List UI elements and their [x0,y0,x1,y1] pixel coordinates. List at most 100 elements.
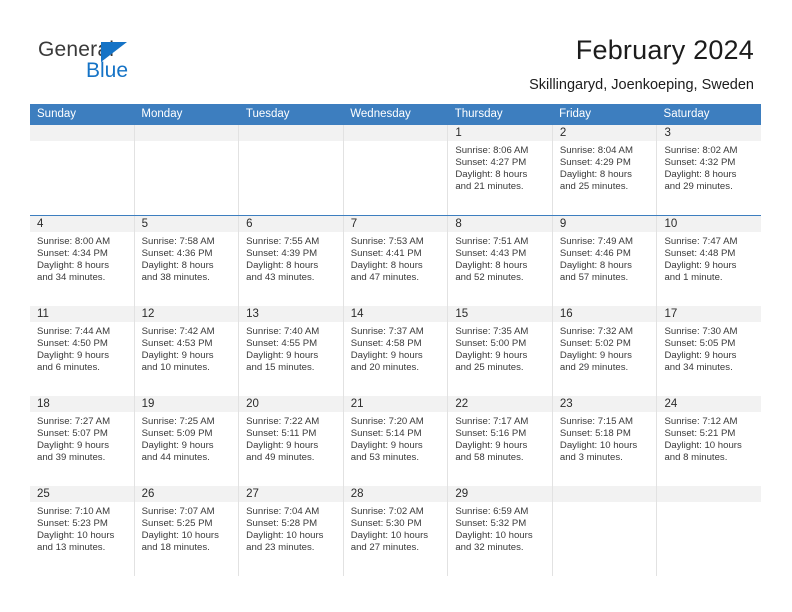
calendar-day-cell[interactable]: 13 Sunrise: 7:40 AM Sunset: 4:55 PM Dayligh… [238,306,343,396]
daylight-text-line1: Daylight: 9 hours [455,440,528,452]
sunset-text: Sunset: 4:29 PM [559,157,631,169]
calendar-day-cell[interactable]: 27 Sunrise: 7:04 AM Sunset: 5:28 PM Dayligh… [238,486,343,576]
calendar-day-cell[interactable]: 10 Sunrise: 7:47 AM Sunset: 4:48 PM Dayligh… [656,216,762,306]
calendar-day-cell[interactable]: 16 Sunrise: 7:32 AM Sunset: 5:02 PM Dayligh… [551,306,657,396]
sunset-text: Sunset: 5:16 PM [455,428,527,440]
page-subtitle: Skillingaryd, Joenkoeping, Sweden [529,77,754,93]
day-number: 16 [552,306,657,322]
day-number: 19 [134,396,239,412]
calendar-day-cell-empty [30,125,134,215]
day-number: 1 [448,125,552,141]
sunrise-text: Sunrise: 7:25 AM [141,416,215,427]
calendar-day-cell[interactable]: 24 Sunrise: 7:12 AM Sunset: 5:21 PM Dayligh… [656,396,762,486]
sunrise-text: Sunrise: 7:40 AM [246,326,320,337]
sunrise-text: Sunrise: 7:17 AM [455,416,529,427]
calendar-day-cell[interactable]: 18 Sunrise: 7:27 AM Sunset: 5:07 PM Dayligh… [30,396,134,486]
sunset-text: Sunset: 4:39 PM [246,248,318,260]
sunrise-text: Sunrise: 8:00 AM [37,236,111,247]
calendar-day-cell[interactable]: 28 Sunrise: 7:02 AM Sunset: 5:30 PM Dayligh… [342,486,448,576]
calendar-day-cell-empty [656,486,762,576]
sunset-text: Sunset: 5:02 PM [559,338,631,350]
calendar-day-cell[interactable]: 8 Sunrise: 7:51 AM Sunset: 4:43 PM Daylight… [447,216,552,306]
daylight-text-line2: and 18 minutes. [141,542,210,554]
daylight-text-line1: Daylight: 8 hours [559,260,632,272]
daylight-text-line1: Daylight: 10 hours [350,530,429,542]
day-number: 13 [239,306,343,322]
calendar-day-cell[interactable]: 12 Sunrise: 7:42 AM Sunset: 4:53 PM Dayligh… [133,306,239,396]
calendar-day-cell[interactable]: 23 Sunrise: 7:15 AM Sunset: 5:18 PM Dayligh… [551,396,657,486]
calendar-day-cell[interactable]: 11 Sunrise: 7:44 AM Sunset: 4:50 PM Dayligh… [30,306,134,396]
day-number: 7 [343,216,448,232]
calendar-day-cell[interactable]: 25 Sunrise: 7:10 AM Sunset: 5:23 PM Dayligh… [30,486,134,576]
calendar-day-cell[interactable]: 15 Sunrise: 7:35 AM Sunset: 5:00 PM Dayligh… [447,306,552,396]
daylight-text-line1: Daylight: 9 hours [350,440,423,452]
daylight-text-line1: Daylight: 8 hours [246,260,319,272]
daylight-text-line1: Daylight: 8 hours [455,260,528,272]
calendar-day-cell[interactable]: 3 Sunrise: 8:02 AM Sunset: 4:32 PM Daylight… [656,125,762,215]
calendar-week-rows: 1 Sunrise: 8:06 AM Sunset: 4:27 PM Daylight… [30,125,762,576]
sunset-text: Sunset: 5:25 PM [141,518,213,530]
day-sun-info: Sunrise: 7:25 AM Sunset: 5:09 PM Daylight:… [135,412,239,464]
day-number: 28 [343,486,448,502]
day-sun-info: Sunrise: 8:00 AM Sunset: 4:34 PM Daylight:… [30,232,134,284]
sunset-text: Sunset: 5:21 PM [664,428,736,440]
sunrise-text: Sunrise: 7:07 AM [141,506,215,517]
calendar-day-cell[interactable]: 17 Sunrise: 7:30 AM Sunset: 5:05 PM Dayligh… [656,306,762,396]
logo-text-blue: Blue [86,59,129,82]
calendar-day-cell[interactable]: 26 Sunrise: 7:07 AM Sunset: 5:25 PM Dayligh… [133,486,239,576]
day-sun-info: Sunrise: 7:55 AM Sunset: 4:39 PM Daylight:… [239,232,343,284]
sunrise-text: Sunrise: 7:22 AM [246,416,320,427]
daylight-text-line1: Daylight: 9 hours [559,350,632,362]
daylight-text-line1: Daylight: 8 hours [455,169,528,181]
calendar-day-cell[interactable]: 29 Sunrise: 6:59 AM Sunset: 5:32 PM Dayligh… [447,486,552,576]
day-number [657,486,762,502]
day-number: 17 [657,306,762,322]
calendar-week-row: 18 Sunrise: 7:27 AM Sunset: 5:07 PM Dayligh… [30,395,762,486]
day-sun-info: Sunrise: 7:40 AM Sunset: 4:55 PM Daylight:… [239,322,343,374]
day-number: 5 [134,216,239,232]
daylight-text-line1: Daylight: 9 hours [246,350,319,362]
sunset-text: Sunset: 4:36 PM [141,248,213,260]
calendar-week-row: 11 Sunrise: 7:44 AM Sunset: 4:50 PM Dayligh… [30,305,762,396]
day-number: 11 [30,306,134,322]
day-number: 12 [134,306,239,322]
sunrise-text: Sunrise: 7:12 AM [664,416,738,427]
daylight-text-line1: Daylight: 9 hours [455,350,528,362]
sunset-text: Sunset: 4:46 PM [559,248,631,260]
generalblue-logo[interactable]: General Blue [38,38,168,86]
day-sun-info: Sunrise: 7:04 AM Sunset: 5:28 PM Daylight:… [239,502,343,554]
calendar-day-cell[interactable]: 6 Sunrise: 7:55 AM Sunset: 4:39 PM Daylight… [238,216,343,306]
day-number: 8 [448,216,552,232]
day-number: 14 [343,306,448,322]
calendar-day-cell[interactable]: 5 Sunrise: 7:58 AM Sunset: 4:36 PM Daylight… [133,216,239,306]
sunrise-text: Sunrise: 7:51 AM [455,236,529,247]
daylight-text-line2: and 49 minutes. [246,452,315,464]
sunset-text: Sunset: 4:41 PM [350,248,422,260]
calendar-day-cell-empty [342,125,448,215]
sunrise-text: Sunrise: 7:53 AM [350,236,424,247]
day-sun-info: Sunrise: 7:42 AM Sunset: 4:53 PM Daylight:… [135,322,239,374]
daylight-text-line2: and 34 minutes. [37,272,106,284]
sunrise-text: Sunrise: 7:02 AM [350,506,424,517]
calendar-day-cell[interactable]: 20 Sunrise: 7:22 AM Sunset: 5:11 PM Dayligh… [238,396,343,486]
calendar-day-cell[interactable]: 7 Sunrise: 7:53 AM Sunset: 4:41 PM Daylight… [342,216,448,306]
calendar-day-cell[interactable]: 2 Sunrise: 8:04 AM Sunset: 4:29 PM Daylight… [551,125,657,215]
daylight-text-line1: Daylight: 8 hours [141,260,214,272]
day-sun-info: Sunrise: 7:15 AM Sunset: 5:18 PM Daylight:… [553,412,657,464]
day-number: 20 [239,396,343,412]
calendar-day-cell[interactable]: 1 Sunrise: 8:06 AM Sunset: 4:27 PM Daylight… [447,125,552,215]
calendar-day-cell[interactable]: 21 Sunrise: 7:20 AM Sunset: 5:14 PM Dayligh… [342,396,448,486]
weekday-header-thursday: Thursday [454,108,503,120]
calendar-day-cell[interactable]: 4 Sunrise: 8:00 AM Sunset: 4:34 PM Daylight… [30,216,134,306]
calendar-day-cell[interactable]: 14 Sunrise: 7:37 AM Sunset: 4:58 PM Dayligh… [342,306,448,396]
day-sun-info: Sunrise: 7:53 AM Sunset: 4:41 PM Daylight:… [344,232,448,284]
daylight-text-line2: and 29 minutes. [559,362,629,374]
day-sun-info: Sunrise: 7:47 AM Sunset: 4:48 PM Daylight:… [657,232,761,284]
sunset-text: Sunset: 5:32 PM [455,518,527,530]
sunrise-text: Sunrise: 7:37 AM [350,326,424,337]
calendar-day-cell[interactable]: 9 Sunrise: 7:49 AM Sunset: 4:46 PM Daylight… [551,216,657,306]
calendar-day-cell[interactable]: 19 Sunrise: 7:25 AM Sunset: 5:09 PM Dayligh… [133,396,239,486]
sunset-text: Sunset: 5:18 PM [559,428,631,440]
calendar-day-cell[interactable]: 22 Sunrise: 7:17 AM Sunset: 5:16 PM Dayligh… [447,396,552,486]
day-number: 6 [239,216,343,232]
